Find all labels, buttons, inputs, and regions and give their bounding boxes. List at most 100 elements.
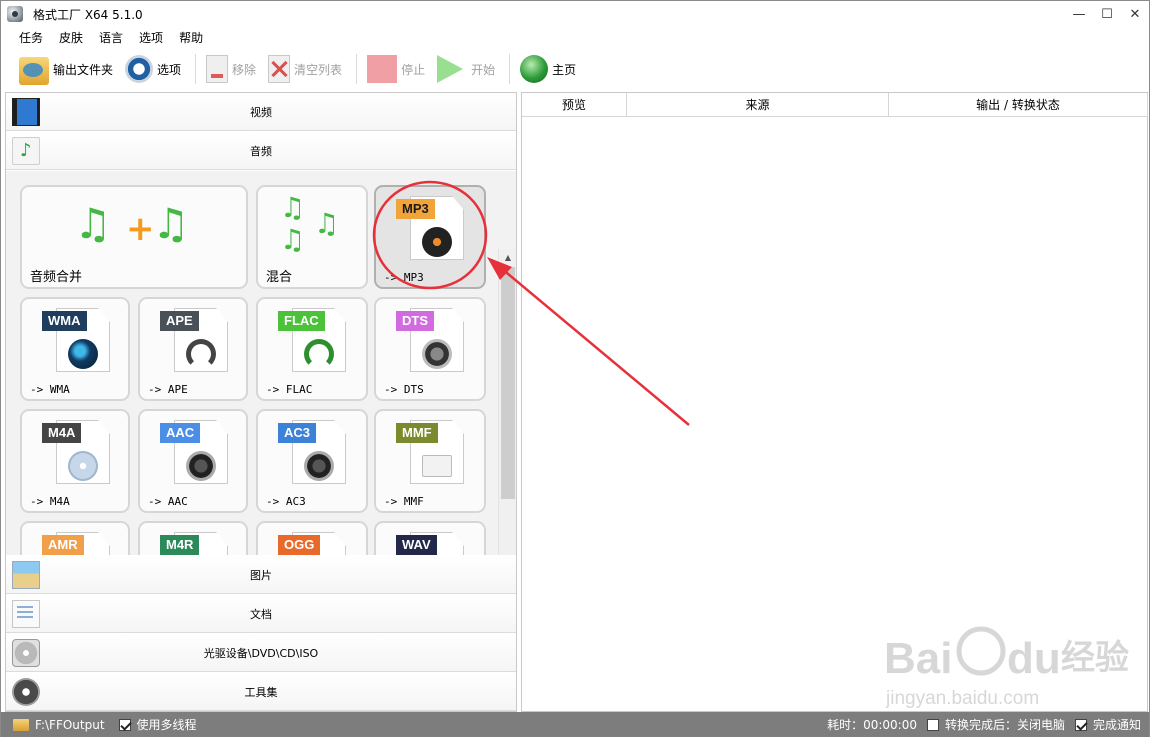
clear-list-button[interactable]: 清空列表 [264, 52, 346, 86]
category-image-label: 图片 [250, 568, 272, 582]
elapsed-time: 耗时：00:00:00 [827, 718, 917, 732]
format-mp3-tile[interactable]: MP3 -> MP3 [374, 185, 486, 289]
category-video-label: 视频 [250, 105, 272, 119]
category-disc[interactable]: 光驱设备\DVD\CD\ISO [6, 634, 516, 672]
multithread-checkbox[interactable] [118, 718, 131, 731]
home-button[interactable]: 主页 [516, 52, 580, 86]
category-video[interactable]: 视频 [6, 93, 516, 131]
format-label: -> FLAC [266, 383, 313, 396]
music-file-icon: ♫ [74, 199, 112, 248]
menu-options[interactable]: 选项 [131, 29, 171, 46]
column-header-preview[interactable]: 预览 [522, 93, 627, 117]
music-file-icon: ♫ [280, 223, 306, 256]
audio-mix-tile[interactable]: ♫ ♫ ♫ 混合 [256, 185, 368, 289]
vinyl-disc-icon [422, 227, 452, 257]
landscape-picture-icon [12, 561, 40, 589]
speaker-note-icon [304, 451, 334, 481]
home-label: 主页 [552, 62, 577, 77]
category-audio-label: 音频 [250, 144, 272, 158]
format-badge: OGG [278, 535, 321, 555]
output-folder-button[interactable]: 输出文件夹 [15, 52, 117, 86]
task-list-panel: 预览 来源 输出 / 转换状态 [521, 92, 1148, 712]
format-ape-tile[interactable]: APE -> APE [138, 297, 248, 401]
status-bar-right: 耗时：00:00:00 转换完成后：关闭电脑 完成通知 [827, 712, 1141, 737]
window-title: 格式工厂 X64 5.1.0 [33, 7, 143, 22]
format-wma-tile[interactable]: WMA -> WMA [20, 297, 130, 401]
notify-label: 完成通知 [1092, 718, 1141, 732]
scroll-thumb[interactable] [501, 267, 515, 499]
audio-merge-tile[interactable]: ♫ + ♫ 音频合并 [20, 185, 248, 289]
after-convert-label[interactable]: 转换完成后：关闭电脑 [945, 716, 1065, 733]
close-button[interactable]: ✕ [1121, 1, 1149, 27]
after-convert-checkbox[interactable] [926, 718, 939, 731]
format-badge: AC3 [278, 423, 317, 443]
plus-icon: + [126, 209, 155, 249]
output-path[interactable]: F:\FFOutput [35, 718, 105, 732]
audio-mix-label: 混合 [266, 270, 293, 285]
format-grid-scrollbar[interactable]: ▲ ▼ [498, 249, 516, 555]
category-document[interactable]: 文档 [6, 595, 516, 633]
format-badge: APE [160, 311, 199, 331]
scroll-up-arrow-icon[interactable]: ▲ [499, 249, 516, 265]
format-m4a-tile[interactable]: M4A -> M4A [20, 409, 130, 513]
mail-icon [422, 455, 452, 477]
music-note-icon [12, 137, 40, 165]
film-strip-icon [12, 98, 40, 126]
format-ogg-tile[interactable]: OGG [256, 521, 368, 555]
format-label: -> AC3 [266, 495, 306, 508]
menu-language[interactable]: 语言 [91, 29, 131, 46]
music-file-icon: ♫ [152, 199, 190, 248]
format-badge: MP3 [396, 199, 435, 219]
music-cd-icon [68, 451, 98, 481]
document-pen-icon [12, 600, 40, 628]
stop-label: 停止 [401, 62, 426, 77]
format-mmf-tile[interactable]: MMF -> MMF [374, 409, 486, 513]
format-factory-window: 格式工厂 X64 5.1.0 — ☐ ✕ 任务 皮肤 语言 选项 帮助 输出文件… [0, 0, 1150, 737]
format-label: -> WMA [30, 383, 70, 396]
format-aac-tile[interactable]: AAC -> AAC [138, 409, 248, 513]
maximize-button[interactable]: ☐ [1093, 1, 1121, 27]
format-wav-tile[interactable]: WAV [374, 521, 486, 555]
disc-drive-icon [12, 639, 40, 667]
category-tools[interactable]: 工具集 [6, 673, 516, 711]
start-button[interactable]: 开始 [433, 52, 499, 86]
music-file-icon: ♫ [280, 191, 306, 224]
format-badge: WMA [42, 311, 87, 331]
folder-icon[interactable] [13, 718, 29, 731]
toolbar: 输出文件夹 选项 移除 清空列表 停止 开始 主页 [1, 49, 1149, 89]
format-badge: DTS [396, 311, 434, 331]
column-header-source[interactable]: 来源 [627, 93, 889, 117]
speaker-note-icon [186, 451, 216, 481]
play-icon [437, 55, 464, 83]
menu-task[interactable]: 任务 [11, 29, 51, 46]
music-file-icon: ♫ [314, 207, 340, 240]
minimize-button[interactable]: — [1065, 1, 1093, 27]
window-controls: — ☐ ✕ [1065, 1, 1149, 27]
stop-button[interactable]: 停止 [363, 52, 429, 86]
format-badge: FLAC [278, 311, 325, 331]
format-flac-tile[interactable]: FLAC -> FLAC [256, 297, 368, 401]
remove-label: 移除 [232, 62, 257, 77]
notify-checkbox[interactable] [1074, 718, 1087, 731]
audio-merge-label: 音频合并 [30, 270, 83, 285]
format-dts-tile[interactable]: DTS -> DTS [374, 297, 486, 401]
category-audio[interactable]: 音频 [6, 132, 516, 170]
column-header-output-status[interactable]: 输出 / 转换状态 [889, 93, 1148, 117]
format-badge: AMR [42, 535, 84, 555]
format-ac3-tile[interactable]: AC3 -> AC3 [256, 409, 368, 513]
remove-button[interactable]: 移除 [202, 52, 260, 86]
category-image[interactable]: 图片 [6, 556, 516, 594]
start-label: 开始 [471, 62, 496, 77]
globe-icon [520, 55, 549, 83]
menu-skin[interactable]: 皮肤 [51, 29, 91, 46]
format-badge: AAC [160, 423, 201, 443]
options-button[interactable]: 选项 [121, 52, 185, 86]
toolbar-divider [509, 54, 511, 84]
format-m4r-tile[interactable]: M4R [138, 521, 248, 555]
format-amr-tile[interactable]: AMR [20, 521, 130, 555]
format-badge: M4A [42, 423, 82, 443]
menu-help[interactable]: 帮助 [171, 29, 211, 46]
stop-icon [367, 55, 398, 83]
multithread-label: 使用多线程 [136, 718, 197, 732]
title-bar: 格式工厂 X64 5.1.0 — ☐ ✕ [1, 1, 1149, 27]
